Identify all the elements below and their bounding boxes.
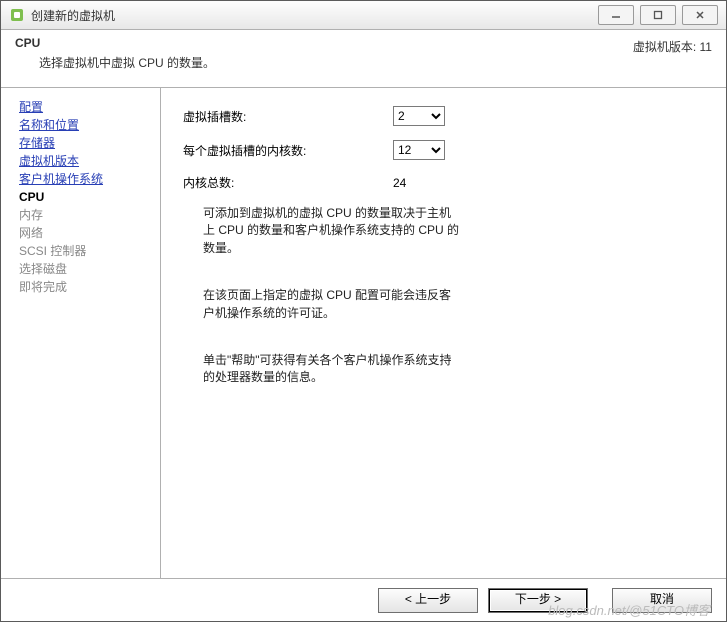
cores-select[interactable]: 12 (393, 140, 445, 160)
dialog-window: 创建新的虚拟机 CPU 选择虚拟机中虚拟 CPU 的数量。 虚拟机版本: 11 … (0, 0, 727, 622)
cores-label: 每个虚拟插槽的内核数: (183, 142, 393, 159)
sidebar-item-cpu: CPU (19, 188, 160, 206)
sidebar-item-config[interactable]: 配置 (19, 98, 160, 116)
close-button[interactable] (682, 5, 718, 25)
total-cores-label: 内核总数: (183, 174, 393, 191)
info-text-1: 可添加到虚拟机的虚拟 CPU 的数量取决于主机上 CPU 的数量和客户机操作系统… (203, 205, 459, 257)
footer: < 上一步 下一步 > 取消 (1, 578, 726, 621)
minimize-button[interactable] (598, 5, 634, 25)
titlebar: 创建新的虚拟机 (1, 1, 726, 30)
sidebar-item-network: 网络 (19, 224, 160, 242)
maximize-button[interactable] (640, 5, 676, 25)
page-subtitle: 选择虚拟机中虚拟 CPU 的数量。 (39, 54, 633, 71)
info-text-2: 在该页面上指定的虚拟 CPU 配置可能会违反客户机操作系统的许可证。 (203, 287, 459, 322)
minimize-icon (611, 10, 621, 20)
sockets-select[interactable]: 2 (393, 106, 445, 126)
info-text-3: 单击"帮助"可获得有关各个客户机操作系统支持的处理器数量的信息。 (203, 352, 459, 387)
sidebar-item-disk: 选择磁盘 (19, 260, 160, 278)
total-cores-value: 24 (393, 176, 473, 190)
cancel-button[interactable]: 取消 (612, 588, 712, 613)
body-area: 配置 名称和位置 存储器 虚拟机版本 客户机操作系统 CPU 内存 网络 SCS… (1, 88, 726, 578)
sidebar-item-finish: 即将完成 (19, 278, 160, 296)
sidebar-item-storage[interactable]: 存储器 (19, 134, 160, 152)
close-icon (695, 10, 705, 20)
next-button[interactable]: 下一步 > (488, 588, 588, 613)
page-title: CPU (15, 36, 633, 50)
sidebar-item-scsi: SCSI 控制器 (19, 242, 160, 260)
sidebar-item-guest-os[interactable]: 客户机操作系统 (19, 170, 160, 188)
sidebar-item-vm-version[interactable]: 虚拟机版本 (19, 152, 160, 170)
app-icon (9, 7, 25, 23)
sidebar-item-memory: 内存 (19, 206, 160, 224)
content-area: 虚拟插槽数: 2 每个虚拟插槽的内核数: 12 内核总数: 24 (161, 88, 726, 578)
maximize-icon (653, 10, 663, 20)
header-area: CPU 选择虚拟机中虚拟 CPU 的数量。 虚拟机版本: 11 (1, 30, 726, 88)
wizard-sidebar: 配置 名称和位置 存储器 虚拟机版本 客户机操作系统 CPU 内存 网络 SCS… (1, 88, 161, 578)
back-button[interactable]: < 上一步 (378, 588, 478, 613)
vm-version-label: 虚拟机版本: 11 (633, 36, 712, 55)
sidebar-item-name[interactable]: 名称和位置 (19, 116, 160, 134)
sockets-label: 虚拟插槽数: (183, 108, 393, 125)
window-controls (598, 5, 722, 25)
window-title: 创建新的虚拟机 (31, 7, 598, 24)
